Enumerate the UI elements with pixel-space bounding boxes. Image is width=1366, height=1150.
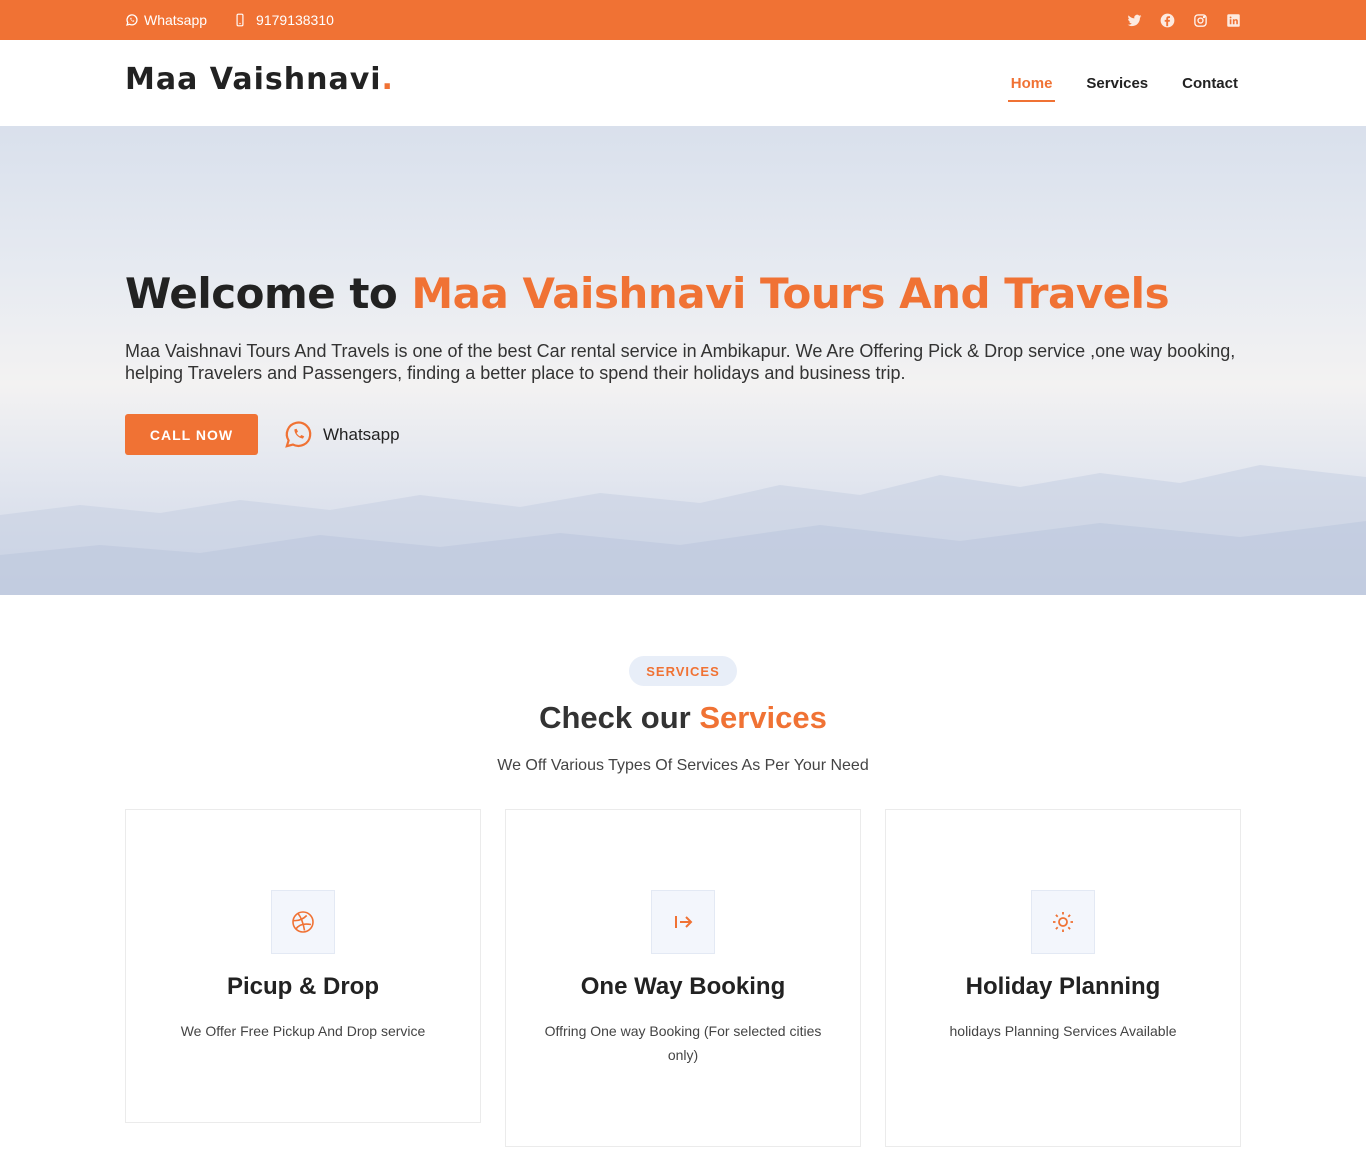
dribbble-icon xyxy=(292,911,314,933)
instagram-icon[interactable] xyxy=(1193,13,1208,28)
nav-home[interactable]: Home xyxy=(1007,67,1056,102)
service-text: Offring One way Booking (For selected ci… xyxy=(544,1023,822,1063)
service-card[interactable]: Picup & Drop We Offer Free Pickup And Dr… xyxy=(125,809,481,1123)
hero-title-highlight: Maa Vaishnavi Tours And Travels xyxy=(411,269,1170,318)
sun-icon xyxy=(1053,912,1073,932)
hero-title: Welcome to Maa Vaishnavi Tours And Trave… xyxy=(125,269,1170,318)
phone-icon xyxy=(236,13,244,27)
service-title: Holiday Planning xyxy=(965,973,1161,1000)
services-title: Check our Services xyxy=(0,700,1366,736)
service-card[interactable]: One Way Booking Offring One way Booking … xyxy=(505,809,861,1147)
services-subtitle: We Off Various Types Of Services As Per … xyxy=(497,757,869,774)
service-icon-box xyxy=(271,890,335,954)
nav-contact[interactable]: Contact xyxy=(1182,67,1238,100)
topbar-contact: Whatsapp 9179138310 xyxy=(125,0,360,40)
topbar-phone-number: 9179138310 xyxy=(256,12,334,28)
linkedin-icon[interactable] xyxy=(1226,13,1241,28)
service-icon-box xyxy=(1031,890,1095,954)
whatsapp-button-label: Whatsapp xyxy=(323,424,400,444)
twitter-icon[interactable] xyxy=(1127,13,1142,28)
whatsapp-icon xyxy=(126,14,138,26)
social-links xyxy=(1109,0,1241,40)
hero-description: Maa Vaishnavi Tours And Travels is one o… xyxy=(125,341,1236,383)
arrow-right-icon xyxy=(675,916,693,928)
service-title: One Way Booking xyxy=(580,973,786,1000)
services-title-highlight: Services xyxy=(699,700,827,735)
logo-dot: . xyxy=(381,62,394,97)
main-nav: Home Services Contact xyxy=(977,40,1238,126)
logo-text: Maa Vaishnavi xyxy=(125,62,382,97)
service-card[interactable]: Holiday Planning holidays Planning Servi… xyxy=(885,809,1241,1147)
services-badge: SERVICES xyxy=(629,656,737,686)
service-text: holidays Planning Services Available xyxy=(949,1023,1177,1039)
hero-title-prefix: Welcome to xyxy=(125,269,412,318)
top-bar: Whatsapp 9179138310 xyxy=(0,0,1366,40)
facebook-icon[interactable] xyxy=(1160,13,1175,28)
services-title-prefix: Check our xyxy=(539,700,700,735)
whatsapp-button[interactable]: Whatsapp xyxy=(282,418,400,451)
topbar-whatsapp-label: Whatsapp xyxy=(144,12,208,28)
service-title: Picup & Drop xyxy=(226,973,379,1000)
service-icon-box xyxy=(651,890,715,954)
topbar-phone[interactable]: 9179138310 xyxy=(233,12,334,28)
nav-services[interactable]: Services xyxy=(1086,67,1148,100)
site-logo[interactable]: Maa Vaishnavi. xyxy=(125,62,394,97)
topbar-whatsapp-link[interactable]: Whatsapp xyxy=(125,12,207,28)
service-text: We Offer Free Pickup And Drop service xyxy=(180,1023,426,1039)
hero-section: Welcome to Maa Vaishnavi Tours And Trave… xyxy=(0,126,1366,595)
call-now-button[interactable]: CALL NOW xyxy=(125,414,258,455)
site-header: Maa Vaishnavi. Home Services Contact xyxy=(0,40,1366,126)
whatsapp-icon xyxy=(285,421,312,448)
